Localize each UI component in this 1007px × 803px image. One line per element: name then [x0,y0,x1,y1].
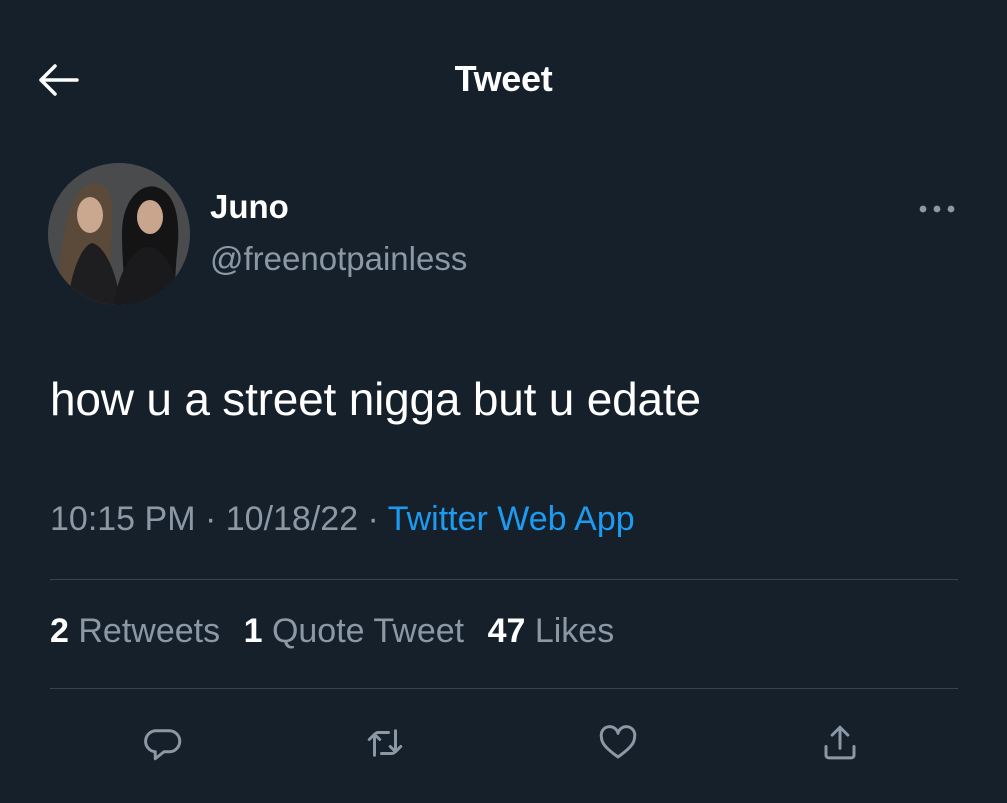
tweet-source-link[interactable]: Twitter Web App [388,500,635,538]
likes-stat[interactable]: 47 Likes [488,612,615,650]
like-icon [599,725,637,759]
retweet-button[interactable] [357,715,413,771]
meta-separator: · [358,500,388,538]
tweet-date: 10/18/22 [225,500,359,538]
page-title: Tweet [454,58,553,99]
share-icon [824,725,856,760]
reply-button[interactable] [136,715,192,771]
likes-count: 47 [487,612,526,650]
tweet-detail-page: Tweet Juno @freenotpainless how u a stre… [0,0,1007,803]
more-options-button[interactable] [912,192,962,226]
share-button[interactable] [812,715,868,771]
header: Tweet [0,0,1007,160]
avatar-image [48,163,190,305]
divider [50,688,958,689]
quote-tweets-count: 1 [243,612,263,650]
quote-tweets-label: Quote Tweet [271,612,465,650]
tweet-text: how u a street nigga but u edate [50,373,701,425]
retweet-icon [367,729,403,757]
quote-tweets-stat[interactable]: 1 Quote Tweet [244,612,465,650]
like-button[interactable] [590,715,646,771]
tweet-stats: 2 Retweets 1 Quote Tweet 47 Likes [50,612,628,651]
reply-icon [144,729,182,761]
more-horizontal-icon [919,205,955,213]
divider [50,579,958,580]
author-handle[interactable]: @freenotpainless [210,240,467,278]
retweets-label: Retweets [78,612,221,650]
likes-label: Likes [534,612,615,650]
meta-separator: · [195,500,226,538]
tweet-time: 10:15 PM [50,500,196,538]
retweets-count: 2 [50,612,69,650]
tweet-metadata: 10:15 PM · 10/18/22 · Twitter Web App [50,500,635,539]
tweet-actions-bar [0,715,1007,771]
retweets-stat[interactable]: 2 Retweets [50,612,220,650]
author-display-name[interactable]: Juno [210,188,289,226]
avatar[interactable] [48,163,190,305]
